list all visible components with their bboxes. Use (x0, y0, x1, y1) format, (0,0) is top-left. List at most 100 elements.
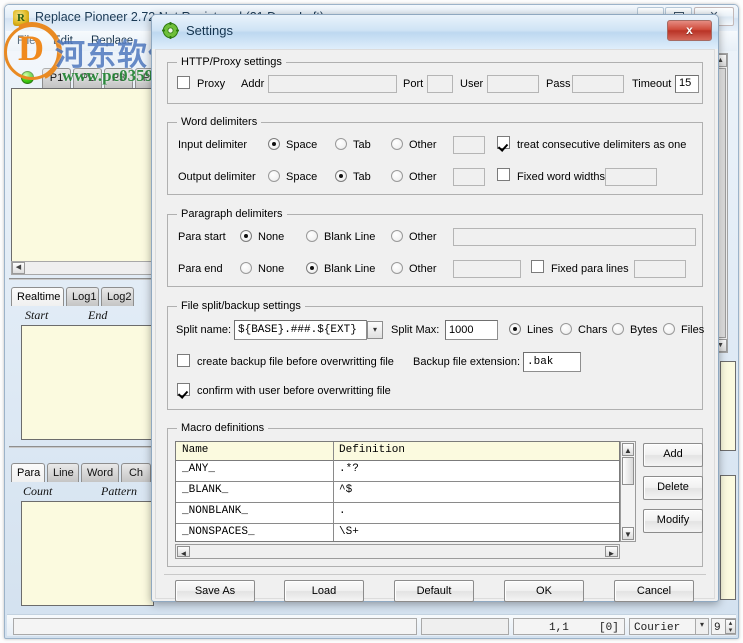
split-max-value: 1000 (449, 324, 473, 336)
count-output-area[interactable] (21, 501, 154, 606)
pattern-editor-hscrollbar[interactable]: ◀ (11, 261, 154, 275)
add-macro-label: Add (644, 444, 702, 464)
word-delimiters-group: Word delimiters Input delimiter Space Ta… (167, 122, 703, 195)
add-macro-button[interactable]: Add (643, 443, 703, 467)
table-row[interactable]: _ANY_ .*? (176, 461, 619, 482)
log-tab-log1[interactable]: Log1 (66, 287, 99, 306)
split-unit-chars-radio[interactable] (560, 323, 572, 335)
screen-root: R Replace Pioneer 2.72 Not Registered (2… (0, 0, 743, 643)
pattern-tab-p2[interactable]: P2 (73, 68, 102, 88)
input-delimiter-tab-radio[interactable] (335, 138, 347, 150)
proxy-timeout-label: Timeout (632, 78, 671, 90)
log-tab-strip: Realtime Log1 Log2 (11, 287, 156, 306)
macro-table-vscrollbar[interactable]: ▲ ▼ (620, 441, 636, 542)
para-start-other-radio[interactable] (391, 230, 403, 242)
backup-extension-input[interactable]: .bak (523, 352, 581, 372)
default-button[interactable]: Default (394, 580, 474, 602)
menu-item-replace[interactable]: Replace (86, 34, 138, 48)
pattern-editor-area[interactable] (11, 88, 154, 268)
split-name-combo[interactable]: ${BASE}.###.${EXT} (234, 320, 367, 340)
split-group-title: File split/backup settings (177, 300, 305, 312)
output-delimiter-space-radio[interactable] (268, 170, 280, 182)
para-end-other-radio[interactable] (391, 262, 403, 274)
para-start-other-label: Other (409, 231, 437, 243)
para-end-none-radio[interactable] (240, 262, 252, 274)
macro-scroll-left-button[interactable]: ◄ (177, 546, 190, 557)
cancel-button[interactable]: Cancel (614, 580, 694, 602)
log-tab-realtime[interactable]: Realtime (11, 287, 64, 306)
consecutive-delimiters-checkbox[interactable] (497, 136, 510, 149)
fixed-para-lines-input[interactable] (634, 260, 686, 278)
para-end-blankline-radio[interactable] (306, 262, 318, 274)
delete-macro-button[interactable]: Delete (643, 476, 703, 500)
proxy-checkbox[interactable] (177, 76, 190, 89)
para-start-blankline-radio[interactable] (306, 230, 318, 242)
output-delimiter-tab-radio[interactable] (335, 170, 347, 182)
dialog-close-button[interactable]: x (667, 20, 712, 41)
document-area-right-2[interactable] (720, 475, 736, 600)
pattern-tab-p1[interactable]: P1 (42, 68, 71, 88)
confirm-overwrite-checkbox[interactable] (177, 383, 190, 396)
para-start-none-radio[interactable] (240, 230, 252, 242)
macro-scroll-up-button[interactable]: ▲ (622, 443, 634, 456)
split-max-label: Split Max: (391, 324, 439, 336)
proxy-pass-input[interactable] (572, 75, 624, 93)
dialog-body: HTTP/Proxy settings Proxy Addr Port User… (155, 49, 715, 599)
para-end-blankline-label: Blank Line (324, 263, 375, 275)
scroll-left-icon[interactable]: ◀ (12, 262, 25, 274)
split-max-input[interactable]: 1000 (445, 320, 498, 340)
log-output-area[interactable] (21, 325, 154, 440)
count-tab-word[interactable]: Word (81, 463, 119, 482)
count-tab-line[interactable]: Line (47, 463, 79, 482)
proxy-timeout-input[interactable]: 15 (675, 75, 699, 93)
macro-scroll-down-button[interactable]: ▼ (622, 527, 634, 540)
split-name-dropdown-button[interactable]: ▾ (367, 321, 383, 339)
log-tab-log2[interactable]: Log2 (101, 287, 134, 306)
pattern-tab-strip: P1 P2 P3 P4 (11, 67, 161, 89)
para-end-other-input[interactable] (453, 260, 521, 278)
split-unit-bytes-radio[interactable] (612, 323, 624, 335)
proxy-user-input[interactable] (487, 75, 539, 93)
fixed-word-widths-input[interactable] (605, 168, 657, 186)
dialog-footer-divider (164, 574, 706, 575)
save-as-label: Save As (176, 581, 254, 601)
font-name-dropdown-button[interactable]: ▾ (695, 618, 709, 635)
input-delimiter-other-input[interactable] (453, 136, 485, 154)
proxy-addr-label: Addr (241, 78, 264, 90)
para-start-other-input[interactable] (453, 228, 696, 246)
table-row[interactable]: _BLANK_ ^$ (176, 482, 619, 503)
count-tab-char[interactable]: Ch (121, 463, 151, 482)
split-unit-lines-radio[interactable] (509, 323, 521, 335)
fixed-para-lines-checkbox[interactable] (531, 260, 544, 273)
menu-item-edit[interactable]: Edit (48, 34, 78, 48)
output-delimiter-other-radio[interactable] (391, 170, 403, 182)
load-button[interactable]: Load (284, 580, 364, 602)
ok-button[interactable]: OK (504, 580, 584, 602)
proxy-port-input[interactable] (427, 75, 453, 93)
save-as-button[interactable]: Save As (175, 580, 255, 602)
document-area-right-1[interactable] (720, 361, 736, 451)
pattern-tab-p3[interactable]: P3 (104, 68, 133, 88)
output-delimiter-other-input[interactable] (453, 168, 485, 186)
dialog-titlebar[interactable]: Settings x (152, 15, 718, 49)
input-delimiter-space-radio[interactable] (268, 138, 280, 150)
macro-scroll-right-button[interactable]: ► (605, 546, 618, 557)
proxy-user-label: User (460, 78, 483, 90)
delete-macro-label: Delete (644, 477, 702, 497)
table-row[interactable]: _NONBLANK_ . (176, 503, 619, 524)
spinner-down-icon[interactable]: ▾ (726, 626, 735, 634)
macro-table-hscrollbar[interactable]: ◄ ► (175, 544, 620, 559)
count-tab-para[interactable]: Para (11, 463, 45, 482)
create-backup-checkbox[interactable] (177, 354, 190, 367)
input-delimiter-other-radio[interactable] (391, 138, 403, 150)
modify-macro-button[interactable]: Modify (643, 509, 703, 533)
menu-item-file[interactable]: File (12, 34, 41, 48)
macro-definition-cell: .*? (339, 463, 359, 475)
fixed-word-widths-checkbox[interactable] (497, 168, 510, 181)
table-row[interactable]: _NONSPACES_ \S+ (176, 524, 619, 542)
macro-definitions-table[interactable]: Name Definition _ANY_ .*? _BLANK_ ^$ _NO… (175, 441, 620, 542)
proxy-addr-input[interactable] (268, 75, 397, 93)
font-size-spinner[interactable]: ▴ ▾ (725, 619, 736, 634)
split-unit-files-radio[interactable] (663, 323, 675, 335)
macro-scroll-thumb[interactable] (622, 457, 634, 485)
